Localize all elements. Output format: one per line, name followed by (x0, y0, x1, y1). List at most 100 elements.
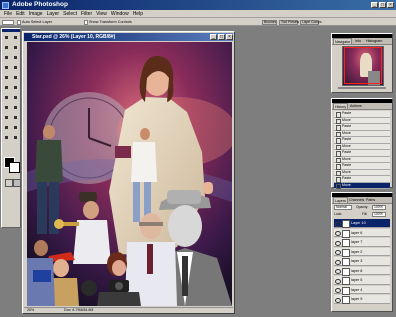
toolbox-grip[interactable] (2, 29, 20, 32)
layer-row[interactable]: layer 8 (334, 266, 390, 276)
layer-visibility-eye-icon[interactable] (335, 240, 341, 246)
menu-view[interactable]: View (96, 10, 107, 18)
tab-histogram[interactable]: Histogram (365, 38, 383, 44)
history-state-row[interactable]: Move (334, 182, 390, 189)
menu-edit[interactable]: Edit (16, 10, 25, 18)
history-state-label: Move (342, 182, 351, 187)
minimize-button[interactable]: _ (371, 1, 378, 8)
brush-icon[interactable] (12, 64, 19, 71)
layer-visibility-eye-icon[interactable] (335, 297, 341, 303)
pen-icon[interactable] (3, 114, 10, 121)
doc-minimize-button[interactable]: _ (210, 34, 217, 40)
marquee-icon[interactable] (3, 34, 10, 41)
tab-navigator[interactable]: Navigator (333, 38, 353, 44)
telephone-figure (81, 280, 97, 296)
tab-layers[interactable]: Layers (333, 197, 348, 203)
auto-select-checkbox[interactable] (17, 19, 21, 25)
layer-visibility-eye-icon[interactable] (335, 269, 341, 274)
opacity-field[interactable]: 100% (372, 205, 386, 210)
tab-actions[interactable]: Actions (349, 103, 363, 109)
layer-visibility-eye-icon[interactable] (335, 278, 341, 284)
layer-name: layer 7 (351, 240, 363, 244)
crop-icon[interactable] (3, 54, 10, 61)
standard-mode-icon[interactable] (5, 179, 13, 187)
history-state-label: Paste (342, 111, 352, 115)
opacity-label: Opacity: (356, 205, 369, 209)
blur-icon[interactable] (3, 94, 10, 101)
path-selection-icon[interactable] (3, 104, 10, 111)
menu-bar: File Edit Image Layer Select Filter View Window… (0, 10, 396, 18)
dodge-icon[interactable] (12, 94, 19, 101)
shape-icon[interactable] (12, 114, 19, 121)
navigator-zoom-slider[interactable] (338, 87, 386, 89)
layer-visibility-eye-icon[interactable] (335, 250, 341, 255)
menu-file[interactable]: File (4, 10, 12, 18)
gradient-icon[interactable] (12, 84, 19, 91)
healing-brush-icon[interactable] (3, 64, 10, 71)
layer-row[interactable]: layer 9 (334, 295, 390, 304)
layer-name: layer 5 (351, 278, 363, 282)
menu-image[interactable]: Image (29, 10, 43, 18)
transform-controls-checkbox[interactable] (84, 19, 88, 25)
layer-row[interactable]: layer 5 (334, 276, 390, 285)
history-state-label: Move (342, 156, 351, 161)
title-bar: Adobe Photoshop _ □ × (0, 0, 396, 10)
document-title: Star.psd @ 26% (Layer 10, RGB/8#) (32, 34, 116, 40)
doc-maximize-button[interactable]: □ (218, 34, 225, 40)
menu-layer[interactable]: Layer (47, 10, 60, 18)
document-status-bar: 26% Doc: 8.79M/84.6M (24, 307, 233, 313)
tab-info[interactable]: Info (354, 38, 362, 44)
zoom-level[interactable]: 26% (27, 308, 34, 313)
history-state-label: Move (342, 169, 351, 174)
menu-select[interactable]: Select (63, 10, 77, 18)
maximize-button[interactable]: □ (379, 1, 386, 8)
tab-layer-comps[interactable]: Layer Comps (300, 19, 322, 25)
notes-icon[interactable] (3, 124, 10, 131)
blend-mode-select[interactable]: Normal (334, 205, 352, 210)
hand-icon[interactable] (3, 134, 10, 141)
layer-row[interactable]: layer 7 (334, 238, 390, 247)
navigator-thumbnail[interactable] (342, 46, 384, 86)
layer-visibility-eye-icon[interactable] (335, 288, 341, 293)
fill-field[interactable]: 100% (372, 212, 386, 217)
layer-visibility-eye-icon[interactable] (335, 231, 341, 236)
tab-brushes[interactable]: Brushes (262, 19, 277, 25)
close-button[interactable]: × (387, 1, 394, 8)
stamp-icon[interactable] (3, 74, 10, 81)
layer-thumbnail (342, 267, 350, 276)
layer-row[interactable]: layer 2 (334, 247, 390, 257)
magic-wand-icon[interactable] (12, 44, 19, 51)
quick-mask-icon[interactable] (13, 179, 21, 187)
layer-visibility-eye-icon[interactable] (335, 259, 341, 265)
tab-channels[interactable]: Channels (348, 197, 365, 203)
layer-row[interactable]: Layer 10 (334, 219, 390, 228)
lasso-icon[interactable] (3, 44, 10, 51)
eraser-icon[interactable] (3, 84, 10, 91)
history-state-label: Move (342, 117, 351, 122)
slice-icon[interactable] (12, 54, 19, 61)
menu-filter[interactable]: Filter (81, 10, 92, 18)
tab-paths[interactable]: Paths (365, 197, 376, 203)
menu-help[interactable]: Help (133, 10, 143, 18)
layer-row[interactable]: layer 4 (334, 285, 390, 295)
background-color-swatch[interactable] (9, 162, 20, 173)
tool-preset-picker[interactable] (2, 19, 14, 25)
tab-history[interactable]: History (333, 103, 349, 109)
zoom-icon[interactable] (12, 134, 19, 141)
layer-row[interactable]: layer 6 (334, 228, 390, 238)
type-icon[interactable] (12, 104, 19, 111)
layer-thumbnail (342, 277, 350, 285)
history-brush-icon[interactable] (12, 74, 19, 81)
layer-row[interactable]: layer 3 (334, 257, 390, 266)
layer-name: layer 2 (351, 249, 363, 254)
fill-label: Fill: (362, 212, 368, 216)
tab-tool-presets[interactable]: Tool Presets (279, 19, 299, 25)
layer-visibility-eye-icon[interactable] (335, 221, 341, 227)
eyedropper-icon[interactable] (12, 124, 19, 131)
navigator-view-box[interactable] (344, 47, 382, 84)
layer-thumbnail (342, 239, 350, 247)
image-canvas[interactable] (27, 42, 232, 306)
move-icon[interactable] (12, 34, 19, 41)
menu-window[interactable]: Window (111, 10, 129, 18)
doc-close-button[interactable]: × (226, 34, 233, 40)
